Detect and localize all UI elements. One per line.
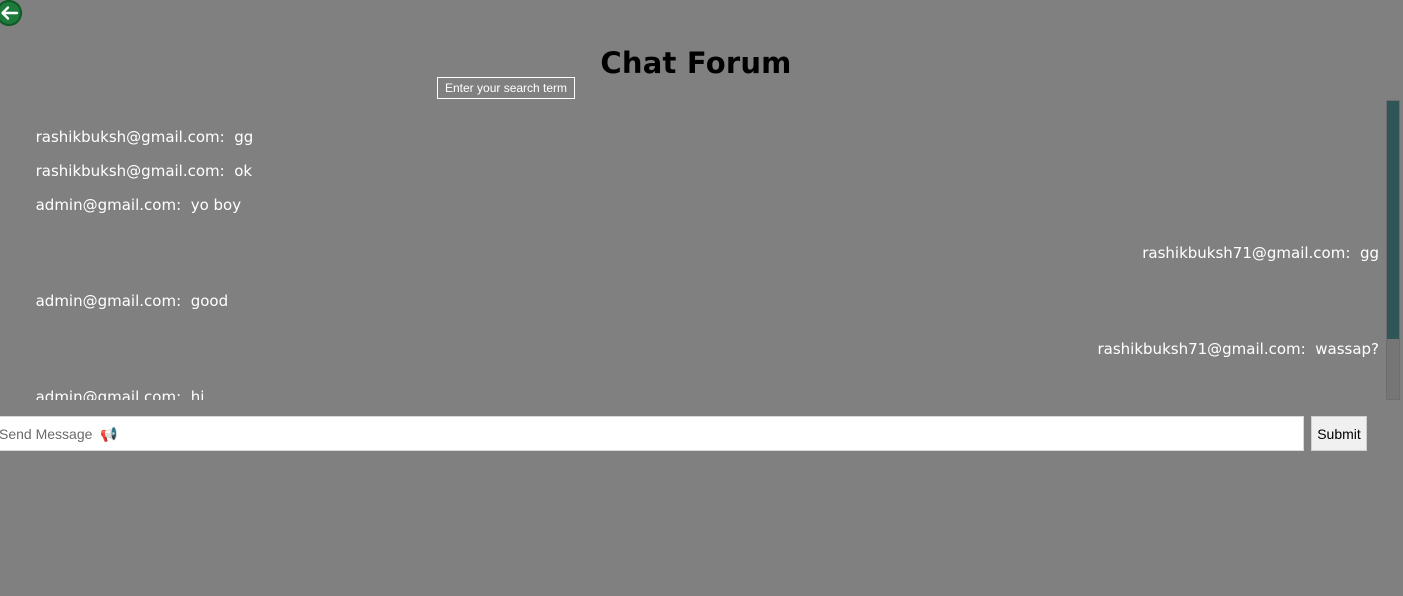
message-list[interactable]: rashikbuksh@gmail.com: gg rashikbuksh@gm…	[0, 100, 1386, 400]
message-item: admin@gmail.com: hi	[7, 370, 205, 400]
message-sender: rashikbuksh71@gmail.com:	[1142, 244, 1351, 262]
message-item: rashikbuksh71@gmail.com: gg	[1114, 226, 1379, 280]
message-sender: rashikbuksh71@gmail.com:	[1097, 340, 1306, 358]
chat-page: Chat Forum Enter your search term rashik…	[0, 0, 1403, 596]
page-title: Chat Forum	[600, 46, 792, 80]
message-input[interactable]	[0, 416, 1304, 451]
message-sender: admin@gmail.com:	[35, 388, 182, 400]
message-scrollbar[interactable]	[1386, 100, 1400, 400]
arrow-left-icon	[1, 6, 19, 20]
message-text: hi	[190, 388, 205, 400]
message-text: gg	[1359, 244, 1379, 262]
message-item: admin@gmail.com: good	[7, 274, 228, 328]
message-sender: admin@gmail.com:	[35, 292, 182, 310]
message-text: wassap?	[1315, 340, 1379, 358]
message-text: good	[190, 292, 229, 310]
scrollbar-thumb[interactable]	[1387, 101, 1399, 339]
message-sender: admin@gmail.com:	[35, 196, 182, 214]
message-item: rashikbuksh71@gmail.com: wassap?	[1069, 322, 1380, 376]
message-item: admin@gmail.com: yo boy	[7, 178, 241, 232]
message-text: yo boy	[190, 196, 242, 214]
submit-button[interactable]: Submit	[1311, 416, 1367, 451]
back-button[interactable]	[0, 0, 22, 26]
search-tooltip: Enter your search term	[437, 77, 576, 99]
